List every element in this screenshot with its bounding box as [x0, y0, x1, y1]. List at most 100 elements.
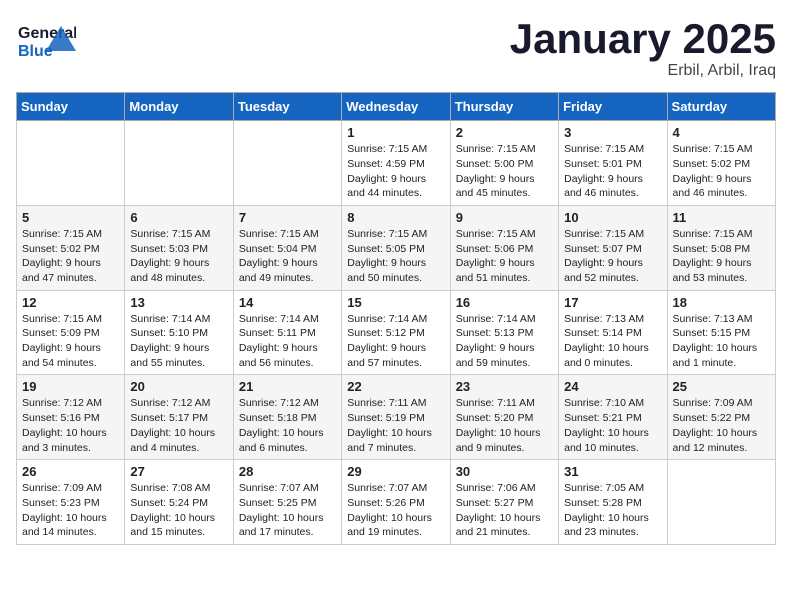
day-info: Sunrise: 7:07 AM Sunset: 5:25 PM Dayligh… — [239, 481, 336, 540]
calendar-cell: 31 Sunrise: 7:05 AM Sunset: 5:28 PM Dayli… — [559, 460, 667, 545]
day-number: 12 — [22, 295, 119, 310]
day-info: Sunrise: 7:15 AM Sunset: 5:04 PM Dayligh… — [239, 227, 336, 286]
calendar-week-row: 12 Sunrise: 7:15 AM Sunset: 5:09 PM Dayli… — [17, 290, 776, 375]
day-number: 11 — [673, 210, 770, 225]
calendar-cell: 29 Sunrise: 7:07 AM Sunset: 5:26 PM Dayli… — [342, 460, 450, 545]
calendar-cell: 16 Sunrise: 7:14 AM Sunset: 5:13 PM Dayli… — [450, 290, 558, 375]
day-number: 24 — [564, 379, 661, 394]
day-number: 3 — [564, 125, 661, 140]
day-info: Sunrise: 7:13 AM Sunset: 5:14 PM Dayligh… — [564, 312, 661, 371]
calendar-cell: 19 Sunrise: 7:12 AM Sunset: 5:16 PM Dayli… — [17, 375, 125, 460]
day-info: Sunrise: 7:11 AM Sunset: 5:19 PM Dayligh… — [347, 396, 444, 455]
day-number: 30 — [456, 464, 553, 479]
day-info: Sunrise: 7:14 AM Sunset: 5:11 PM Dayligh… — [239, 312, 336, 371]
day-info: Sunrise: 7:13 AM Sunset: 5:15 PM Dayligh… — [673, 312, 770, 371]
day-info: Sunrise: 7:15 AM Sunset: 5:01 PM Dayligh… — [564, 142, 661, 201]
day-number: 17 — [564, 295, 661, 310]
day-number: 8 — [347, 210, 444, 225]
day-info: Sunrise: 7:10 AM Sunset: 5:21 PM Dayligh… — [564, 396, 661, 455]
day-number: 13 — [130, 295, 227, 310]
day-info: Sunrise: 7:09 AM Sunset: 5:22 PM Dayligh… — [673, 396, 770, 455]
calendar-week-row: 19 Sunrise: 7:12 AM Sunset: 5:16 PM Dayli… — [17, 375, 776, 460]
calendar-cell: 4 Sunrise: 7:15 AM Sunset: 5:02 PM Daylig… — [667, 121, 775, 206]
calendar-table: SundayMondayTuesdayWednesdayThursdayFrid… — [16, 92, 776, 545]
logo: General Blue — [16, 16, 76, 71]
day-number: 7 — [239, 210, 336, 225]
weekday-header: Sunday — [17, 93, 125, 121]
day-number: 26 — [22, 464, 119, 479]
calendar-cell: 3 Sunrise: 7:15 AM Sunset: 5:01 PM Daylig… — [559, 121, 667, 206]
day-info: Sunrise: 7:15 AM Sunset: 5:08 PM Dayligh… — [673, 227, 770, 286]
calendar-cell: 9 Sunrise: 7:15 AM Sunset: 5:06 PM Daylig… — [450, 205, 558, 290]
day-info: Sunrise: 7:15 AM Sunset: 4:59 PM Dayligh… — [347, 142, 444, 201]
logo-icon: General Blue — [16, 16, 76, 71]
day-number: 4 — [673, 125, 770, 140]
day-info: Sunrise: 7:06 AM Sunset: 5:27 PM Dayligh… — [456, 481, 553, 540]
calendar-cell: 1Sunrise: 7:15 AM Sunset: 4:59 PM Daylig… — [342, 121, 450, 206]
day-number: 25 — [673, 379, 770, 394]
day-info: Sunrise: 7:15 AM Sunset: 5:03 PM Dayligh… — [130, 227, 227, 286]
day-number: 23 — [456, 379, 553, 394]
day-number: 15 — [347, 295, 444, 310]
calendar-cell: 2 Sunrise: 7:15 AM Sunset: 5:00 PM Daylig… — [450, 121, 558, 206]
day-info: Sunrise: 7:08 AM Sunset: 5:24 PM Dayligh… — [130, 481, 227, 540]
day-number: 6 — [130, 210, 227, 225]
day-number: 18 — [673, 295, 770, 310]
day-number: 9 — [456, 210, 553, 225]
calendar-week-row: 5Sunrise: 7:15 AM Sunset: 5:02 PM Daylig… — [17, 205, 776, 290]
day-info: Sunrise: 7:12 AM Sunset: 5:18 PM Dayligh… — [239, 396, 336, 455]
calendar-cell: 6 Sunrise: 7:15 AM Sunset: 5:03 PM Daylig… — [125, 205, 233, 290]
calendar-cell: 28 Sunrise: 7:07 AM Sunset: 5:25 PM Dayli… — [233, 460, 341, 545]
calendar-cell: 26Sunrise: 7:09 AM Sunset: 5:23 PM Dayli… — [17, 460, 125, 545]
day-number: 22 — [347, 379, 444, 394]
calendar-cell: 24 Sunrise: 7:10 AM Sunset: 5:21 PM Dayli… — [559, 375, 667, 460]
day-number: 31 — [564, 464, 661, 479]
location-subtitle: Erbil, Arbil, Iraq — [510, 62, 776, 80]
day-info: Sunrise: 7:14 AM Sunset: 5:12 PM Dayligh… — [347, 312, 444, 371]
weekday-header-row: SundayMondayTuesdayWednesdayThursdayFrid… — [17, 93, 776, 121]
calendar-cell: 12 Sunrise: 7:15 AM Sunset: 5:09 PM Dayli… — [17, 290, 125, 375]
day-number: 19 — [22, 379, 119, 394]
day-info: Sunrise: 7:15 AM Sunset: 5:05 PM Dayligh… — [347, 227, 444, 286]
weekday-header: Monday — [125, 93, 233, 121]
calendar-cell: 22 Sunrise: 7:11 AM Sunset: 5:19 PM Dayli… — [342, 375, 450, 460]
day-info: Sunrise: 7:15 AM Sunset: 5:02 PM Dayligh… — [673, 142, 770, 201]
calendar-cell — [125, 121, 233, 206]
day-info: Sunrise: 7:14 AM Sunset: 5:10 PM Dayligh… — [130, 312, 227, 371]
calendar-cell: 30 Sunrise: 7:06 AM Sunset: 5:27 PM Dayli… — [450, 460, 558, 545]
day-info: Sunrise: 7:14 AM Sunset: 5:13 PM Dayligh… — [456, 312, 553, 371]
day-info: Sunrise: 7:15 AM Sunset: 5:07 PM Dayligh… — [564, 227, 661, 286]
day-info: Sunrise: 7:12 AM Sunset: 5:16 PM Dayligh… — [22, 396, 119, 455]
day-number: 29 — [347, 464, 444, 479]
calendar-cell: 13 Sunrise: 7:14 AM Sunset: 5:10 PM Dayli… — [125, 290, 233, 375]
calendar-cell: 10 Sunrise: 7:15 AM Sunset: 5:07 PM Dayli… — [559, 205, 667, 290]
calendar-week-row: 1Sunrise: 7:15 AM Sunset: 4:59 PM Daylig… — [17, 121, 776, 206]
day-info: Sunrise: 7:15 AM Sunset: 5:00 PM Dayligh… — [456, 142, 553, 201]
weekday-header: Thursday — [450, 93, 558, 121]
calendar-cell: 18 Sunrise: 7:13 AM Sunset: 5:15 PM Dayli… — [667, 290, 775, 375]
calendar-week-row: 26Sunrise: 7:09 AM Sunset: 5:23 PM Dayli… — [17, 460, 776, 545]
day-number: 16 — [456, 295, 553, 310]
day-number: 2 — [456, 125, 553, 140]
calendar-cell: 11 Sunrise: 7:15 AM Sunset: 5:08 PM Dayli… — [667, 205, 775, 290]
day-info: Sunrise: 7:12 AM Sunset: 5:17 PM Dayligh… — [130, 396, 227, 455]
day-number: 27 — [130, 464, 227, 479]
calendar-cell: 5Sunrise: 7:15 AM Sunset: 5:02 PM Daylig… — [17, 205, 125, 290]
calendar-cell: 17 Sunrise: 7:13 AM Sunset: 5:14 PM Dayli… — [559, 290, 667, 375]
day-number: 28 — [239, 464, 336, 479]
day-number: 10 — [564, 210, 661, 225]
page-header: General Blue January 2025 Erbil, Arbil, … — [16, 16, 776, 80]
calendar-cell: 23 Sunrise: 7:11 AM Sunset: 5:20 PM Dayli… — [450, 375, 558, 460]
day-number: 21 — [239, 379, 336, 394]
month-title: January 2025 — [510, 16, 776, 62]
day-info: Sunrise: 7:11 AM Sunset: 5:20 PM Dayligh… — [456, 396, 553, 455]
day-info: Sunrise: 7:15 AM Sunset: 5:09 PM Dayligh… — [22, 312, 119, 371]
title-block: January 2025 Erbil, Arbil, Iraq — [510, 16, 776, 80]
day-info: Sunrise: 7:05 AM Sunset: 5:28 PM Dayligh… — [564, 481, 661, 540]
weekday-header: Wednesday — [342, 93, 450, 121]
calendar-cell: 15 Sunrise: 7:14 AM Sunset: 5:12 PM Dayli… — [342, 290, 450, 375]
calendar-cell: 27 Sunrise: 7:08 AM Sunset: 5:24 PM Dayli… — [125, 460, 233, 545]
day-info: Sunrise: 7:15 AM Sunset: 5:02 PM Dayligh… — [22, 227, 119, 286]
day-info: Sunrise: 7:15 AM Sunset: 5:06 PM Dayligh… — [456, 227, 553, 286]
day-info: Sunrise: 7:07 AM Sunset: 5:26 PM Dayligh… — [347, 481, 444, 540]
